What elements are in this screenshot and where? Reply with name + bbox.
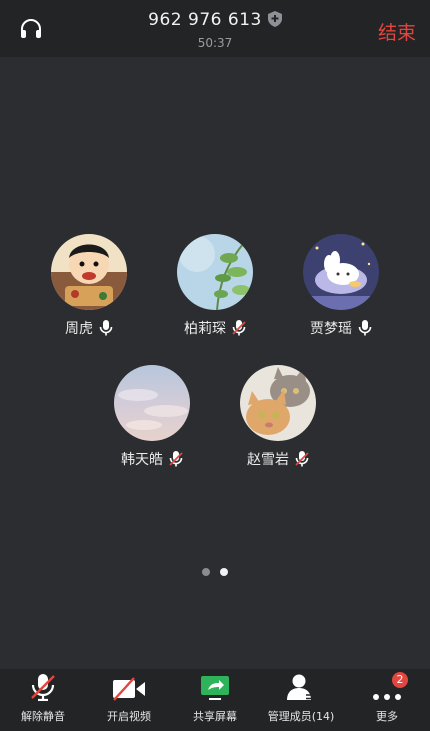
bottom-toolbar: 解除静音 开启视频 共享屏幕 管理成员(14) 2 更多 xyxy=(0,669,430,731)
members-icon xyxy=(287,674,314,700)
more-dots-icon xyxy=(373,694,401,700)
manage-members-button[interactable]: 管理成员(14) xyxy=(258,669,344,731)
more-button[interactable]: 2 更多 xyxy=(344,669,430,731)
participant-name-row: 柏莉琛 xyxy=(184,318,246,338)
meeting-id[interactable]: 962 976 613 xyxy=(0,10,430,30)
more-label: 更多 xyxy=(376,710,398,723)
participant-name: 赵雪岩 xyxy=(247,452,289,468)
avatar xyxy=(114,365,190,441)
meeting-id-text: 962 976 613 xyxy=(148,10,262,30)
avatar xyxy=(303,234,379,310)
microphone-muted-icon xyxy=(232,320,246,336)
microphone-muted-icon xyxy=(169,451,183,467)
microphone-icon xyxy=(358,320,372,336)
start-video-label: 开启视频 xyxy=(107,710,151,723)
participant-name-row: 贾梦瑶 xyxy=(310,318,372,338)
top-bar: 962 976 613 50:37 结束 xyxy=(0,0,430,57)
avatar xyxy=(51,234,127,310)
participant-name-row: 周虎 xyxy=(65,318,113,338)
microphone-icon xyxy=(99,320,113,336)
notification-badge: 2 xyxy=(392,672,408,688)
avatar xyxy=(177,234,253,310)
participant-tile[interactable]: 韩天皓 xyxy=(92,365,212,469)
share-screen-label: 共享屏幕 xyxy=(193,710,237,723)
start-video-button[interactable]: 开启视频 xyxy=(86,669,172,731)
unmute-button[interactable]: 解除静音 xyxy=(0,669,86,731)
participant-name-row: 赵雪岩 xyxy=(247,449,309,469)
meeting-duration: 50:37 xyxy=(197,36,233,50)
participant-tile[interactable]: 贾梦瑶 xyxy=(281,234,401,338)
participant-name: 韩天皓 xyxy=(121,452,163,468)
participant-tile[interactable]: 周虎 xyxy=(29,234,149,338)
participant-name: 周虎 xyxy=(65,321,93,337)
page-dot-active[interactable] xyxy=(220,568,228,576)
participant-name-row: 韩天皓 xyxy=(121,449,183,469)
page-indicator[interactable] xyxy=(0,561,430,580)
participant-tile[interactable]: 赵雪岩 xyxy=(218,365,338,469)
shield-icon xyxy=(267,11,282,27)
participant-name: 柏莉琛 xyxy=(184,321,226,337)
share-screen-icon xyxy=(201,676,229,700)
share-screen-button[interactable]: 共享屏幕 xyxy=(172,669,258,731)
microphone-muted-icon xyxy=(295,451,309,467)
participant-tile[interactable]: 柏莉琛 xyxy=(155,234,275,338)
unmute-label: 解除静音 xyxy=(21,710,65,723)
manage-members-label: 管理成员(14) xyxy=(267,710,335,723)
microphone-muted-icon xyxy=(31,674,55,701)
end-meeting-button[interactable]: 结束 xyxy=(378,18,416,45)
participant-name: 贾梦瑶 xyxy=(310,321,352,337)
page-dot[interactable] xyxy=(202,568,210,576)
avatar xyxy=(240,365,316,441)
video-off-icon xyxy=(113,677,145,701)
